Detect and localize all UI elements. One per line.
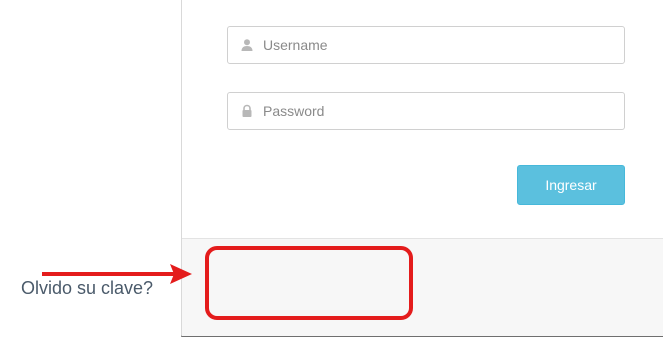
login-card-footer [182,238,663,336]
username-input[interactable] [263,37,593,53]
login-submit-button[interactable]: Ingresar [517,165,625,205]
login-card: Ingresar [181,0,663,337]
user-icon [240,38,254,52]
screenshot-stage: Ingresar Olvido su clave? [0,0,663,339]
forgot-password-link[interactable]: Olvido su clave? [21,278,153,299]
password-field[interactable] [227,92,625,130]
lock-icon [240,104,254,118]
username-field[interactable] [227,26,625,64]
password-input[interactable] [263,103,593,119]
login-form-body: Ingresar [182,0,663,238]
